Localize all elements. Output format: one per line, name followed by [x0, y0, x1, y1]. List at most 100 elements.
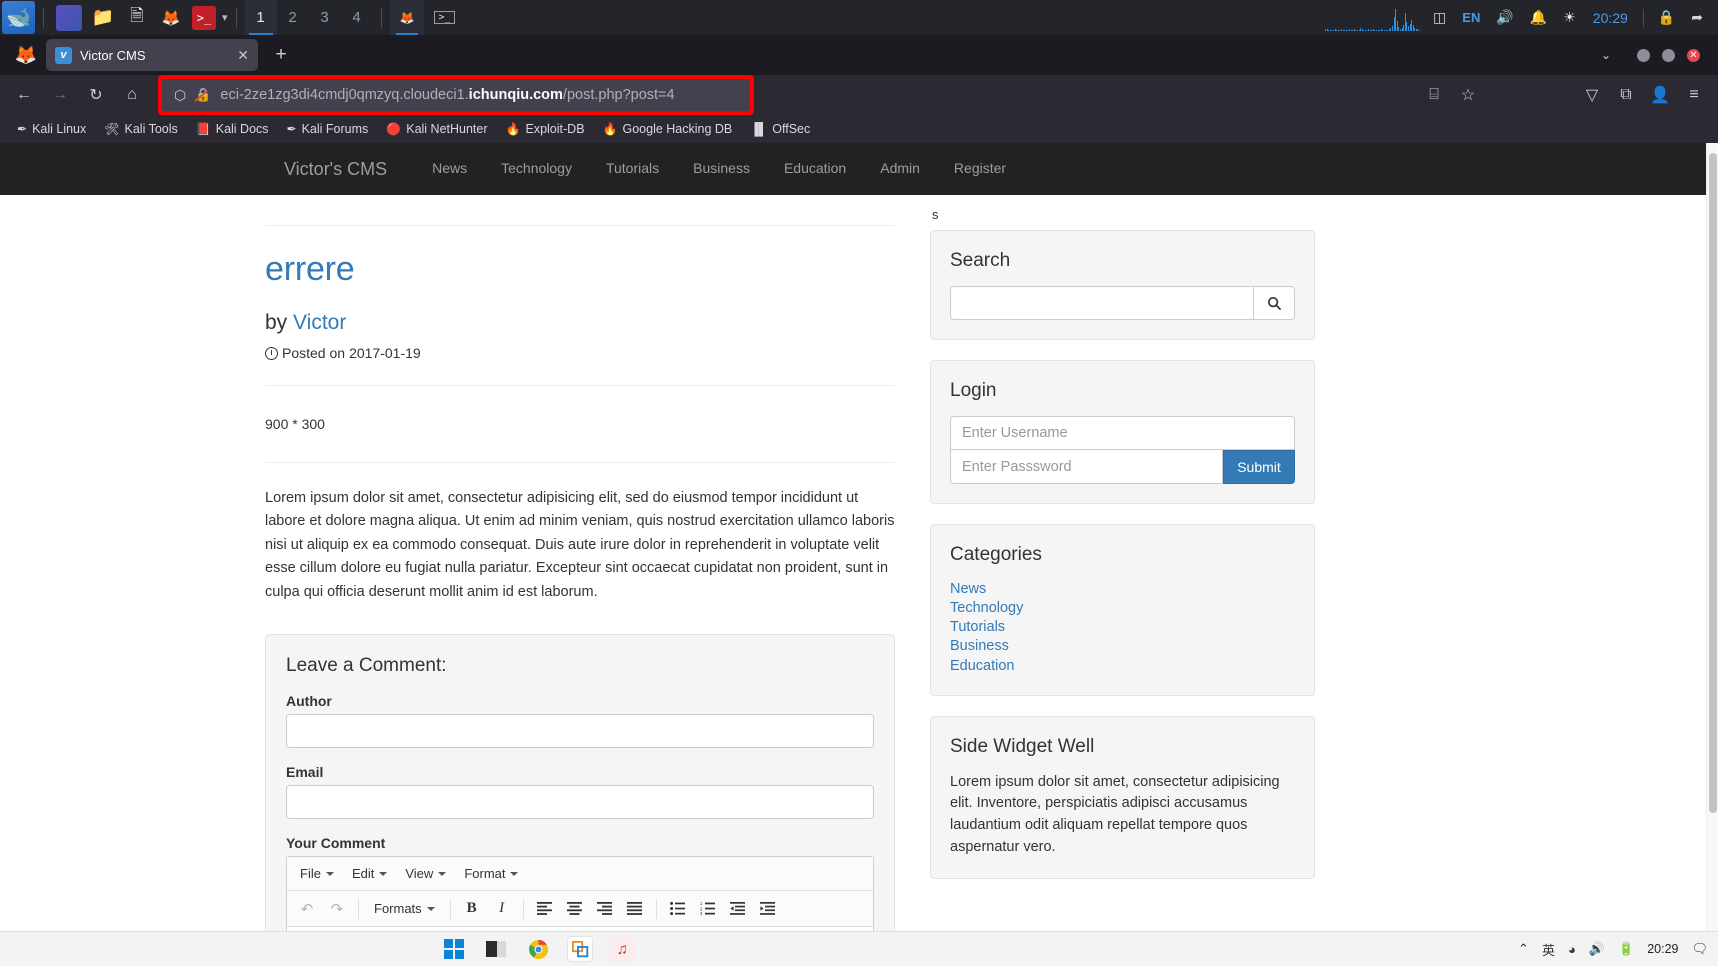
email-input[interactable]: [286, 785, 874, 820]
bookmark-offsec[interactable]: ▐▌ OffSec: [743, 119, 817, 139]
site-brand[interactable]: Victor's CMS: [284, 159, 387, 180]
author-input[interactable]: [286, 714, 874, 749]
password-input[interactable]: [950, 450, 1223, 484]
workspace-4[interactable]: 4: [341, 0, 373, 35]
username-input[interactable]: [950, 416, 1295, 450]
battery-icon[interactable]: 🔋: [1618, 941, 1634, 957]
folder-icon[interactable]: 📁: [90, 5, 116, 31]
pocket-save-icon[interactable]: ▽: [1576, 79, 1608, 111]
page-scrollbar[interactable]: [1706, 143, 1718, 931]
editor-menu-view[interactable]: View: [396, 862, 455, 885]
align-justify-icon[interactable]: [621, 895, 649, 923]
post-author-link[interactable]: Victor: [293, 311, 346, 334]
logout-icon[interactable]: ➦: [1684, 0, 1710, 35]
category-education[interactable]: Education: [950, 657, 1295, 676]
windows-start-icon[interactable]: [441, 936, 467, 962]
kali-menu-icon[interactable]: 🐋: [2, 1, 35, 34]
reload-button[interactable]: ↻: [80, 79, 112, 111]
category-technology[interactable]: Technology: [950, 599, 1295, 618]
browser-tab-victor-cms[interactable]: v Victor CMS ✕: [46, 39, 258, 71]
maximize-button[interactable]: [1662, 48, 1675, 62]
formats-dropdown[interactable]: Formats: [366, 897, 443, 920]
category-tutorials[interactable]: Tutorials: [950, 618, 1295, 637]
reader-view-icon[interactable]: ⌸: [1418, 79, 1450, 111]
show-hidden-icons[interactable]: ⌃: [1518, 941, 1529, 957]
window-close-button[interactable]: ✕: [1687, 48, 1700, 62]
site-nav-admin[interactable]: Admin: [863, 160, 937, 176]
taskbar-firefox-window[interactable]: 🦊: [389, 0, 425, 35]
editor-menu-format[interactable]: Format: [455, 862, 527, 885]
text-editor-icon[interactable]: 🗎: [124, 5, 150, 31]
scrollbar-thumb[interactable]: [1709, 153, 1717, 813]
extensions-icon[interactable]: ⧉: [1610, 79, 1642, 111]
site-nav-news[interactable]: News: [415, 160, 484, 176]
notification-center-icon[interactable]: 🗨: [1691, 941, 1708, 957]
close-icon[interactable]: ✕: [237, 47, 249, 64]
new-tab-button[interactable]: +: [266, 40, 296, 70]
align-center-icon[interactable]: [561, 895, 589, 923]
back-button[interactable]: ←: [8, 79, 40, 111]
bookmark-kali-nethunter[interactable]: 🔴 Kali NetHunter: [379, 119, 494, 139]
shield-icon[interactable]: ⬡: [174, 87, 186, 104]
indent-icon[interactable]: [754, 895, 782, 923]
windows-clock[interactable]: 20:29: [1647, 942, 1678, 956]
workspace-3[interactable]: 3: [309, 0, 341, 35]
category-business[interactable]: Business: [950, 637, 1295, 656]
keyboard-language-indicator[interactable]: EN: [1455, 0, 1487, 35]
minimize-button[interactable]: [1637, 48, 1650, 62]
align-left-icon[interactable]: [531, 895, 559, 923]
firefox-icon[interactable]: 🦊: [158, 5, 184, 31]
lock-broken-icon[interactable]: 🔒: [195, 87, 211, 103]
terminal-icon[interactable]: [483, 936, 509, 962]
workspace-2[interactable]: 2: [277, 0, 309, 35]
bookmark-star-icon[interactable]: ☆: [1452, 79, 1484, 111]
lock-screen-icon[interactable]: 🔒: [1651, 0, 1682, 35]
notification-bell-icon[interactable]: 🔔: [1523, 0, 1554, 35]
power-icon[interactable]: ☀: [1556, 0, 1583, 35]
volume-icon[interactable]: 🔊: [1489, 0, 1520, 35]
bookmark-google-hacking-db[interactable]: 🔥 Google Hacking DB: [596, 119, 740, 139]
address-bar[interactable]: ⬡ 🔒 eci-2ze1zg3di4cmdj0qmzyq.cloudeci1.i…: [158, 75, 754, 115]
site-nav-register[interactable]: Register: [937, 160, 1023, 176]
bookmark-exploit-db[interactable]: 🔥 Exploit-DB: [499, 119, 592, 139]
app-menu-icon[interactable]: ≡: [1678, 79, 1710, 111]
site-nav-education[interactable]: Education: [767, 160, 863, 176]
bullet-list-icon[interactable]: [664, 895, 692, 923]
redo-icon[interactable]: ↷: [323, 895, 351, 923]
screenshot-tool-icon[interactable]: [567, 936, 594, 962]
account-icon[interactable]: 👤: [1644, 79, 1676, 111]
bookmark-kali-docs[interactable]: 📕 Kali Docs: [189, 119, 276, 139]
outdent-icon[interactable]: [724, 895, 752, 923]
wifi-icon[interactable]: ◕: [1568, 942, 1576, 957]
netease-music-icon[interactable]: ♫: [609, 936, 636, 962]
undo-icon[interactable]: ↶: [293, 895, 321, 923]
category-news[interactable]: News: [950, 580, 1295, 599]
files-manager-icon[interactable]: [56, 4, 82, 31]
site-nav-business[interactable]: Business: [676, 160, 767, 176]
ethernet-icon[interactable]: ◫: [1426, 0, 1453, 35]
editor-menu-file[interactable]: File: [291, 862, 343, 885]
forward-button[interactable]: →: [44, 79, 76, 111]
bold-icon[interactable]: B: [458, 895, 486, 923]
italic-icon[interactable]: I: [488, 895, 516, 923]
taskbar-terminal-window[interactable]: >_: [424, 0, 464, 35]
bookmark-kali-linux[interactable]: ✒ Kali Linux: [10, 119, 93, 139]
bookmark-kali-forums[interactable]: ✒ Kali Forums: [280, 119, 376, 139]
search-button[interactable]: [1253, 286, 1295, 320]
align-right-icon[interactable]: [591, 895, 619, 923]
search-input[interactable]: [950, 286, 1253, 320]
home-button[interactable]: ⌂: [116, 79, 148, 111]
login-submit-button[interactable]: Submit: [1223, 450, 1295, 484]
chevron-down-icon[interactable]: ▾: [222, 11, 228, 24]
site-nav-technology[interactable]: Technology: [484, 160, 589, 176]
numbered-list-icon[interactable]: 123: [694, 895, 722, 923]
ime-icon[interactable]: 英: [1542, 940, 1555, 959]
editor-menu-edit[interactable]: Edit: [343, 862, 396, 885]
volume-icon[interactable]: 🔊: [1589, 941, 1605, 957]
workspace-1[interactable]: 1: [244, 0, 277, 35]
terminal-icon[interactable]: >_: [192, 5, 216, 30]
bookmark-kali-tools[interactable]: 🛠 Kali Tools: [97, 119, 185, 139]
list-all-tabs-icon[interactable]: ⌄: [1601, 48, 1611, 62]
kali-clock[interactable]: 20:29: [1585, 10, 1636, 26]
site-nav-tutorials[interactable]: Tutorials: [589, 160, 676, 176]
